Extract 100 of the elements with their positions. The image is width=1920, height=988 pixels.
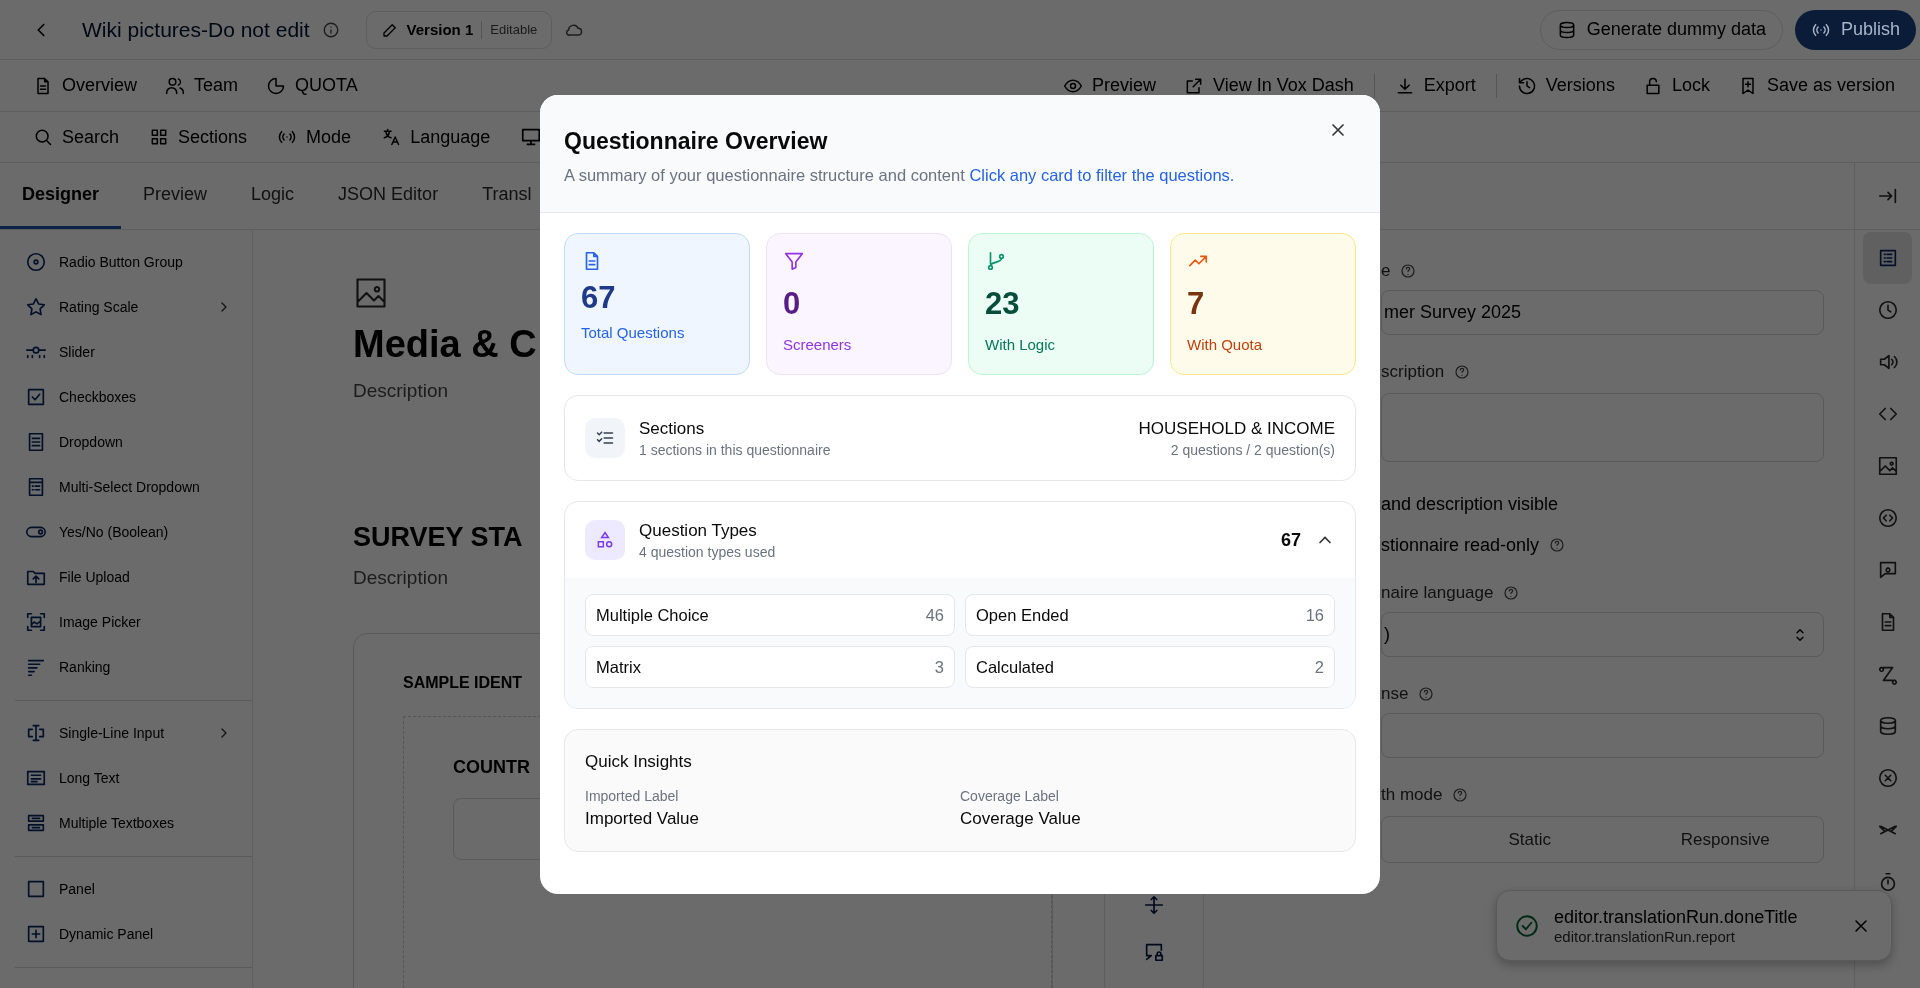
stat-card[interactable]: 23 With Logic <box>968 233 1154 375</box>
card-title: Sections <box>639 418 706 439</box>
stat-value: 7 <box>1187 286 1206 322</box>
palette-item[interactable]: Ranking <box>15 644 252 689</box>
palette-item[interactable]: Rating Scale <box>15 284 252 329</box>
toolbar-action[interactable]: Lock <box>1642 75 1710 96</box>
question-type-item[interactable]: Multiple Choice 46 <box>585 594 955 636</box>
question-type-item[interactable]: Calculated 2 <box>965 646 1335 688</box>
stat-label: With Quota <box>1187 336 1264 353</box>
card-title: Question Types <box>639 520 758 541</box>
palette-item[interactable]: Panel <box>15 866 252 911</box>
image-icon <box>353 275 389 311</box>
search-icon <box>33 127 53 147</box>
toolbar-action[interactable]: Export <box>1394 75 1476 96</box>
palette-item[interactable]: Yes/No (Boolean) <box>15 509 252 554</box>
question-title: COUNTR <box>453 757 530 778</box>
option-label: stionnaire read-only <box>1381 534 1540 556</box>
version-label: Version 1 <box>406 21 474 38</box>
stat-value: 0 <box>783 286 802 322</box>
info-icon <box>321 20 340 39</box>
total-count: 67 <box>1280 529 1301 551</box>
stat-value: 67 <box>581 280 617 316</box>
toolbar-button[interactable]: Mode <box>277 126 352 148</box>
card-subtitle: 4 question types used <box>639 543 776 560</box>
palette-item[interactable]: File Upload <box>15 554 252 599</box>
toolbar-action[interactable]: Versions <box>1516 75 1615 96</box>
property-label: scription <box>1381 362 1445 382</box>
users-icon <box>165 75 185 96</box>
palette-item[interactable]: Slider <box>15 329 252 374</box>
option-label: and description visible <box>1381 493 1559 515</box>
publish-button[interactable]: Publish <box>1794 9 1916 50</box>
filter-icon <box>783 250 805 272</box>
radio-icon <box>25 250 47 273</box>
dialog-subtitle: A summary of your questionnaire structure and content Click any card to filter the questions. <box>564 166 1236 185</box>
star-icon <box>25 295 47 318</box>
palette-item[interactable]: Checkboxes <box>15 374 252 419</box>
branch-icon <box>985 250 1007 272</box>
nav-link[interactable]: Overview <box>33 75 137 96</box>
question-types-header[interactable]: Question Types 4 question types used 67 <box>565 502 1355 578</box>
stat-label: Screeners <box>783 336 853 353</box>
stat-card[interactable]: 67 Total Questions <box>564 233 750 375</box>
version-pill[interactable]: Version 1 Editable <box>365 10 553 49</box>
type-label: Matrix <box>596 657 641 677</box>
pie-icon <box>266 75 287 96</box>
chat-lock-icon[interactable] <box>1143 941 1165 963</box>
palette-item[interactable]: Single-Line Input <box>15 710 252 755</box>
type-label: Open Ended <box>976 605 1069 625</box>
monitor-icon[interactable] <box>520 126 543 148</box>
description-field[interactable] <box>1381 393 1824 462</box>
type-count: 3 <box>934 657 944 677</box>
toolbar-action[interactable]: Preview <box>1063 75 1157 96</box>
clock-icon <box>1876 299 1899 321</box>
tab[interactable]: Transl <box>460 163 554 229</box>
section-title: SURVEY STA <box>353 522 523 553</box>
history-icon <box>1516 75 1537 96</box>
stat-value: 23 <box>985 286 1021 322</box>
palette-item[interactable]: Long Text <box>15 755 252 800</box>
language-select[interactable]: ) <box>1381 612 1824 657</box>
question-type-item[interactable]: Matrix 3 <box>585 646 955 688</box>
move-icon[interactable] <box>1143 894 1165 916</box>
toolbar-button[interactable]: Search <box>33 126 120 148</box>
tab[interactable]: Preview <box>121 163 230 229</box>
toast-title: editor.translationRun.doneTitle <box>1554 906 1798 928</box>
tab[interactable]: JSON Editor <box>316 163 461 229</box>
circle-arrows-icon <box>1876 507 1899 529</box>
segment-option[interactable]: Static <box>1432 817 1628 862</box>
type-count: 16 <box>1305 605 1324 625</box>
palette-item[interactable]: Radio Button Group <box>15 239 252 284</box>
tab[interactable]: Designer <box>0 163 122 229</box>
nav-link[interactable]: Team <box>165 75 239 96</box>
section-name: HOUSEHOLD & INCOME <box>1138 418 1335 439</box>
stat-card[interactable]: 0 Screeners <box>766 233 952 375</box>
type-count: 2 <box>1314 657 1324 677</box>
palette-item[interactable]: Multiple Textboxes <box>15 800 252 845</box>
card-subtitle: 1 sections in this questionnaire <box>639 441 831 458</box>
filter-link[interactable]: Click any card to filter the questions. <box>969 166 1235 184</box>
tab[interactable]: Logic <box>229 163 317 229</box>
sections-card[interactable]: Sections 1 sections in this questionnaire HOUSEHOLD & INCOME 2 questions / 2 question(s) <box>564 395 1356 481</box>
palette-item[interactable]: Dynamic Panel <box>15 911 252 956</box>
image-icon <box>1876 455 1899 477</box>
stat-label: Total Questions <box>581 324 686 341</box>
toolbar-action[interactable]: View In Vox Dash <box>1184 75 1354 96</box>
question-type-item[interactable]: Open Ended 16 <box>965 594 1335 636</box>
property-label: naire language <box>1381 583 1494 603</box>
insight-value: Coverage Value <box>960 809 1082 829</box>
nav-link[interactable]: QUOTA <box>266 75 358 96</box>
palette-item[interactable]: Multi-Select Dropdown <box>15 464 252 509</box>
dialog-title: Questionnaire Overview <box>564 128 828 155</box>
segment-option[interactable]: Responsive <box>1627 817 1823 862</box>
toolbar-button[interactable]: Language <box>381 126 491 148</box>
text-field[interactable]: mer Survey 2025 <box>1381 290 1824 335</box>
toolbar-button[interactable]: Sections <box>149 126 248 148</box>
stat-card[interactable]: 7 With Quota <box>1170 233 1356 375</box>
image-frame-icon <box>25 610 47 633</box>
palette-item[interactable]: Image Picker <box>15 599 252 644</box>
palette-item[interactable]: Dropdown <box>15 419 252 464</box>
translate-icon <box>381 127 402 147</box>
text-field[interactable] <box>1381 713 1824 758</box>
toolbar-action[interactable]: Save as version <box>1737 75 1895 96</box>
rail-button[interactable] <box>1863 232 1912 284</box>
